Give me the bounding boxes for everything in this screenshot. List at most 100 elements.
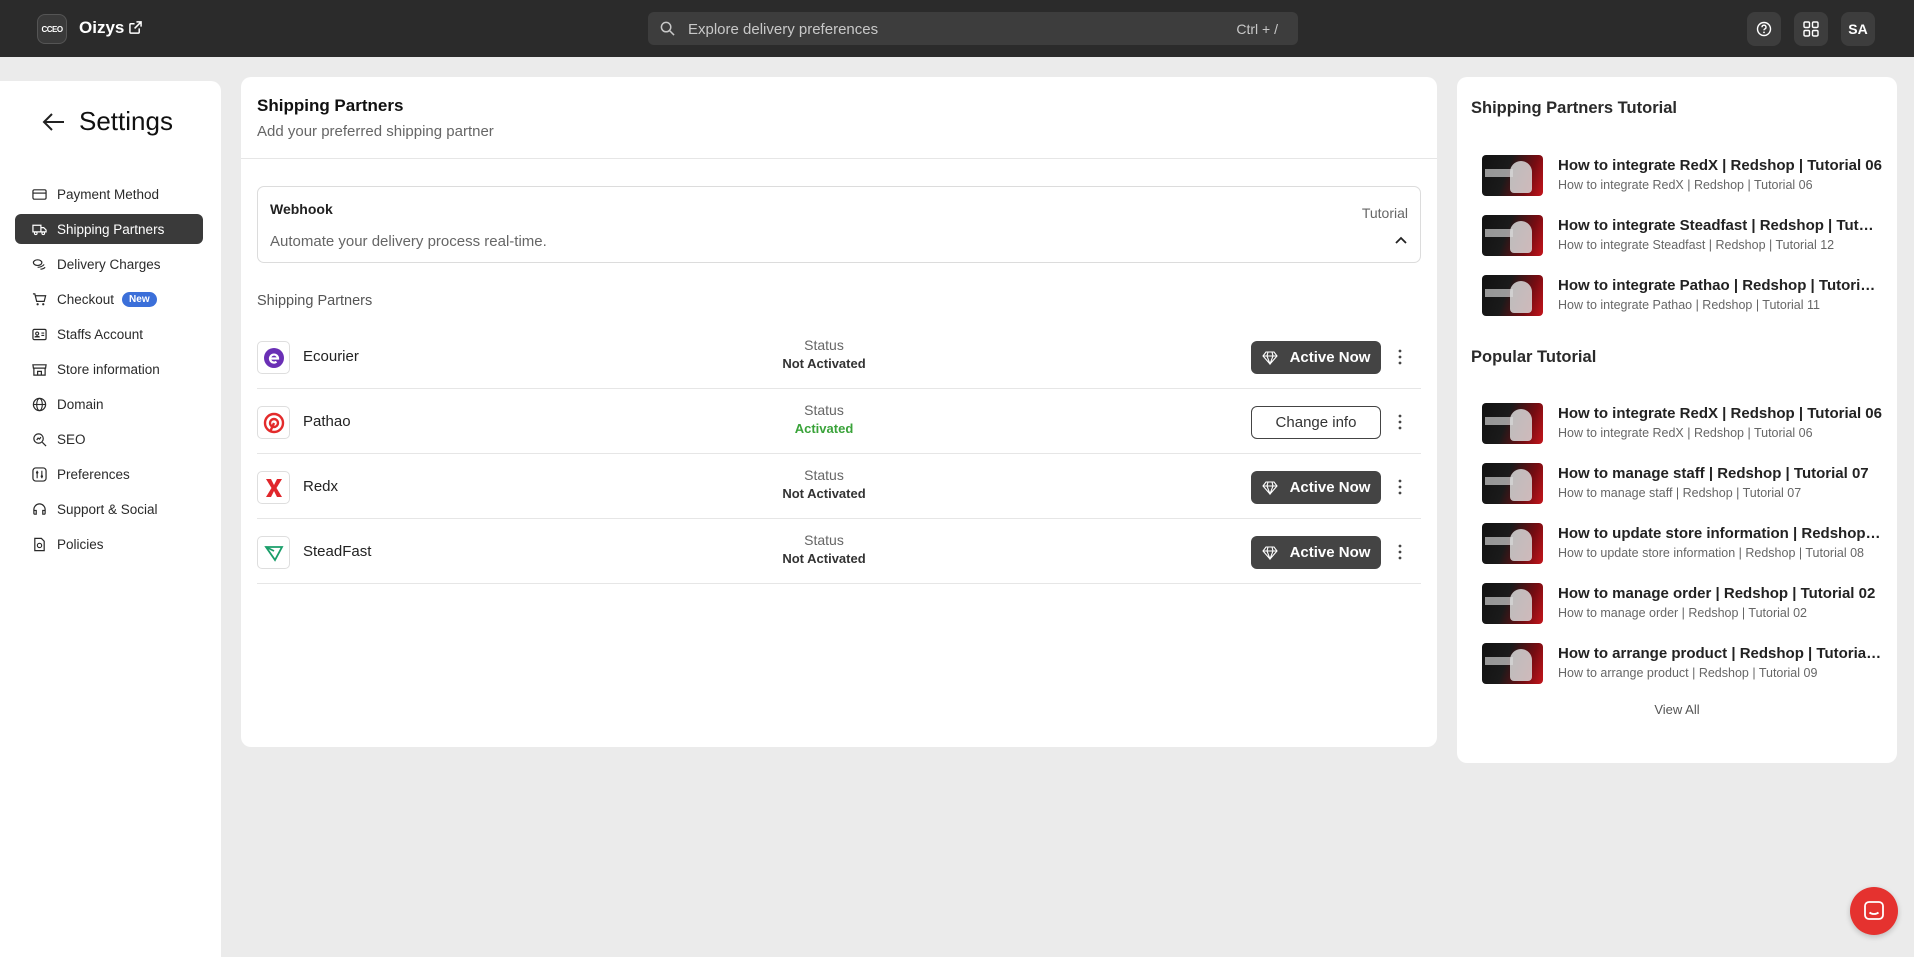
policy-icon bbox=[34, 537, 45, 551]
button-label: Active Now bbox=[1289, 479, 1371, 496]
status-value: Not Activated bbox=[782, 551, 866, 566]
divider bbox=[241, 158, 1437, 159]
video-thumbnail bbox=[1482, 463, 1543, 504]
video-thumbnail bbox=[1482, 155, 1543, 196]
section-title: Shipping Partners bbox=[257, 96, 404, 115]
sidebar-item-payment-method[interactable]: Payment Method bbox=[15, 179, 203, 209]
active-now-button[interactable]: Active Now bbox=[1251, 341, 1381, 374]
tutorial-title: How to arrange product | Redshop | Tutor… bbox=[1558, 645, 1882, 662]
more-options-icon[interactable] bbox=[1398, 349, 1402, 365]
sidebar-item-staffs-account[interactable]: Staffs Account bbox=[15, 319, 203, 349]
video-thumbnail bbox=[1482, 215, 1543, 256]
view-all-link[interactable]: View All bbox=[1457, 702, 1897, 717]
status-label: Status bbox=[804, 532, 844, 548]
steadfast-logo-icon bbox=[257, 536, 290, 569]
tutorial-title: How to manage order | Redshop | Tutorial… bbox=[1558, 585, 1876, 602]
video-thumbnail bbox=[1482, 583, 1543, 624]
tutorials-panel: Shipping Partners Tutorial How to integr… bbox=[1457, 77, 1897, 763]
diamond-icon bbox=[1261, 480, 1278, 495]
video-thumbnail bbox=[1482, 275, 1543, 316]
tutorial-item[interactable]: How to integrate RedX | Redshop | Tutori… bbox=[1482, 403, 1882, 445]
settings-sidebar: Settings Payment Method Shipping Partner… bbox=[0, 81, 221, 957]
tutorial-item[interactable]: How to integrate RedX | Redshop | Tutori… bbox=[1482, 155, 1882, 197]
tutorial-item[interactable]: How to manage staff | Redshop | Tutorial… bbox=[1482, 463, 1882, 505]
sidebar-item-delivery-charges[interactable]: Delivery Charges bbox=[15, 249, 203, 279]
sidebar-item-shipping-partners[interactable]: Shipping Partners bbox=[15, 214, 203, 244]
change-info-button[interactable]: Change info bbox=[1251, 406, 1381, 439]
store-logo[interactable]: CCEO bbox=[37, 14, 67, 44]
tutorial-item[interactable]: How to arrange product | Redshop | Tutor… bbox=[1482, 643, 1882, 685]
tutorial-item[interactable]: How to update store information | Redsho… bbox=[1482, 523, 1882, 565]
status-value: Activated bbox=[794, 421, 854, 436]
button-label: Active Now bbox=[1289, 349, 1371, 366]
tutorial-item[interactable]: How to integrate Steadfast | Redshop | T… bbox=[1482, 215, 1882, 257]
tutorial-title: How to update store information | Redsho… bbox=[1558, 525, 1882, 542]
sidebar-item-support-social[interactable]: Support & Social bbox=[15, 494, 203, 524]
webhook-tutorial-link[interactable]: Tutorial bbox=[1362, 205, 1408, 221]
partner-name: Pathao bbox=[303, 413, 351, 430]
tutorial-subtitle: How to integrate Pathao | Redshop | Tuto… bbox=[1558, 298, 1820, 312]
sidebar-item-policies[interactable]: Policies bbox=[15, 529, 203, 559]
webhook-card[interactable]: Webhook Automate your delivery process r… bbox=[257, 186, 1421, 263]
more-options-icon[interactable] bbox=[1398, 544, 1402, 560]
partner-status: Status Not Activated bbox=[764, 337, 884, 371]
more-options-icon[interactable] bbox=[1398, 414, 1402, 430]
webhook-title: Webhook bbox=[270, 201, 333, 217]
search-shortcut: Ctrl + / bbox=[1236, 21, 1278, 37]
webhook-description: Automate your delivery process real-time… bbox=[270, 233, 547, 250]
video-thumbnail bbox=[1482, 643, 1543, 684]
sidebar-item-preferences[interactable]: Preferences bbox=[15, 459, 203, 489]
shipping-partners-panel: Shipping Partners Add your preferred shi… bbox=[241, 77, 1437, 747]
tutorial-title: How to integrate RedX | Redshop | Tutori… bbox=[1558, 157, 1882, 174]
user-avatar[interactable]: SA bbox=[1841, 12, 1875, 46]
search-bar[interactable]: Explore delivery preferences Ctrl + / bbox=[648, 12, 1298, 45]
partner-row-steadfast: SteadFast Status Not Activated Active No… bbox=[257, 519, 1421, 584]
tutorial-subtitle: How to update store information | Redsho… bbox=[1558, 546, 1864, 560]
store-name[interactable]: Oizys bbox=[79, 18, 124, 38]
coins-icon bbox=[32, 258, 46, 270]
sidebar-item-label: Support & Social bbox=[57, 501, 158, 517]
apps-button[interactable] bbox=[1794, 12, 1828, 46]
new-badge: New bbox=[122, 291, 157, 307]
diamond-icon bbox=[1261, 350, 1278, 365]
status-value: Not Activated bbox=[782, 486, 866, 501]
status-label: Status bbox=[804, 467, 844, 483]
sidebar-item-checkout[interactable]: Checkout New bbox=[15, 284, 203, 314]
sidebar-item-label: Shipping Partners bbox=[57, 221, 165, 237]
support-icon bbox=[33, 502, 46, 515]
partner-row-ecourier: Ecourier Status Not Activated Active Now bbox=[257, 324, 1421, 389]
sidebar-item-label: Preferences bbox=[57, 466, 130, 482]
sidebar-item-domain[interactable]: Domain bbox=[15, 389, 203, 419]
back-arrow-icon[interactable] bbox=[42, 112, 66, 132]
partner-status: Status Not Activated bbox=[764, 532, 884, 566]
video-thumbnail bbox=[1482, 403, 1543, 444]
page-title: Settings bbox=[79, 106, 173, 136]
sidebar-item-label: Delivery Charges bbox=[57, 256, 161, 272]
cart-icon bbox=[32, 292, 47, 305]
sidebar-item-label: Checkout bbox=[57, 291, 115, 307]
partner-name: Ecourier bbox=[303, 348, 359, 365]
store-icon bbox=[32, 363, 47, 376]
tutorial-item[interactable]: How to integrate Pathao | Redshop | Tuto… bbox=[1482, 275, 1882, 317]
active-now-button[interactable]: Active Now bbox=[1251, 536, 1381, 569]
id-card-icon bbox=[32, 328, 47, 340]
card-icon bbox=[32, 188, 47, 200]
active-now-button[interactable]: Active Now bbox=[1251, 471, 1381, 504]
sidebar-item-store-information[interactable]: Store information bbox=[15, 354, 203, 384]
redx-logo-icon bbox=[257, 471, 290, 504]
seo-icon bbox=[33, 432, 47, 446]
status-label: Status bbox=[804, 402, 844, 418]
more-options-icon[interactable] bbox=[1398, 479, 1402, 495]
status-value: Not Activated bbox=[782, 356, 866, 371]
tutorial-subtitle: How to integrate Steadfast | Redshop | T… bbox=[1558, 238, 1835, 252]
partners-list-label: Shipping Partners bbox=[257, 293, 373, 309]
tutorial-subtitle: How to manage staff | Redshop | Tutorial… bbox=[1558, 486, 1802, 500]
help-button[interactable] bbox=[1747, 12, 1781, 46]
tutorial-item[interactable]: How to manage order | Redshop | Tutorial… bbox=[1482, 583, 1882, 625]
partner-status: Status Activated bbox=[764, 402, 884, 436]
chevron-up-icon[interactable] bbox=[1394, 235, 1408, 245]
chat-support-button[interactable] bbox=[1850, 887, 1898, 935]
sidebar-item-seo[interactable]: SEO bbox=[15, 424, 203, 454]
settings-nav: Payment Method Shipping Partners Deliver… bbox=[15, 179, 203, 564]
external-link-icon[interactable] bbox=[129, 21, 142, 34]
